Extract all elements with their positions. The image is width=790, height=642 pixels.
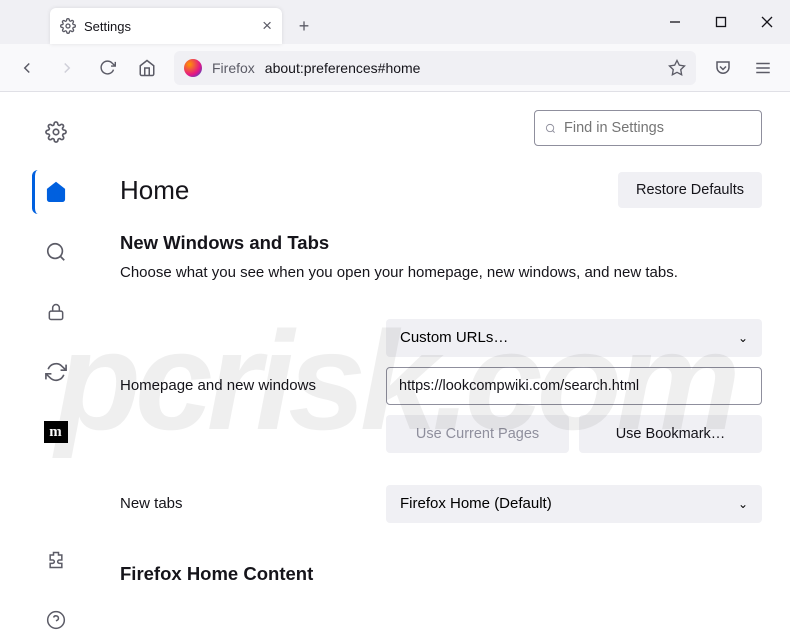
- back-button[interactable]: [10, 51, 44, 85]
- search-icon: [545, 121, 556, 136]
- homepage-buttons: Use Current Pages Use Bookmark…: [386, 415, 762, 453]
- main-panel: Home Restore Defaults New Windows and Ta…: [108, 92, 790, 642]
- section-heading: New Windows and Tabs: [120, 232, 762, 254]
- sidebar-privacy[interactable]: [32, 290, 76, 334]
- sidebar-help[interactable]: [32, 598, 76, 642]
- newtabs-value: Firefox Home (Default): [400, 495, 552, 512]
- sidebar-sync[interactable]: [32, 350, 76, 394]
- homepage-url-row: Homepage and new windows: [120, 367, 762, 405]
- section2-heading: Firefox Home Content: [120, 563, 762, 585]
- reload-button[interactable]: [90, 51, 124, 85]
- page-title: Home: [120, 175, 189, 206]
- homepage-mode-select[interactable]: Custom URLs… ⌄: [386, 319, 762, 357]
- section-description: Choose what you see when you open your h…: [120, 262, 762, 285]
- sidebar-home[interactable]: [32, 170, 76, 214]
- newtabs-label: New tabs: [120, 495, 376, 512]
- settings-search[interactable]: [534, 110, 762, 146]
- settings-search-input[interactable]: [564, 120, 751, 136]
- homepage-mode-value: Custom URLs…: [400, 329, 508, 346]
- sidebar-general[interactable]: [32, 110, 76, 154]
- sidebar: m: [0, 92, 108, 642]
- url-prefix: Firefox: [212, 60, 255, 76]
- sidebar-more[interactable]: m: [32, 410, 76, 454]
- homepage-select-row: Custom URLs… ⌄: [120, 319, 762, 357]
- chevron-down-icon: ⌄: [738, 331, 748, 345]
- url-path: about:preferences#home: [265, 60, 421, 76]
- newtabs-select[interactable]: Firefox Home (Default) ⌄: [386, 485, 762, 523]
- sidebar-extensions[interactable]: [32, 538, 76, 582]
- title-bar: Settings × +: [0, 0, 790, 44]
- nav-toolbar: Firefox about:preferences#home: [0, 44, 790, 92]
- bookmark-star-icon[interactable]: [668, 59, 686, 77]
- firefox-icon: [184, 59, 202, 77]
- window-controls: [652, 0, 790, 44]
- use-bookmark-button[interactable]: Use Bookmark…: [579, 415, 762, 453]
- pocket-icon[interactable]: [706, 51, 740, 85]
- tab-title: Settings: [84, 19, 131, 34]
- minimize-button[interactable]: [652, 0, 698, 44]
- homepage-label: Homepage and new windows: [120, 377, 376, 394]
- gear-icon: [60, 18, 76, 34]
- close-window-button[interactable]: [744, 0, 790, 44]
- new-tab-button[interactable]: +: [288, 10, 320, 42]
- content-area: m Home Restore Defaults New Windows and …: [0, 92, 790, 642]
- home-icon[interactable]: [130, 51, 164, 85]
- m-icon: m: [44, 421, 68, 443]
- header-row: Home Restore Defaults: [120, 172, 762, 208]
- chevron-down-icon: ⌄: [738, 497, 748, 511]
- use-current-pages-button[interactable]: Use Current Pages: [386, 415, 569, 453]
- newtabs-row: New tabs Firefox Home (Default) ⌄: [120, 485, 762, 523]
- browser-tab[interactable]: Settings ×: [50, 8, 282, 44]
- forward-button[interactable]: [50, 51, 84, 85]
- homepage-url-input[interactable]: [386, 367, 762, 405]
- menu-icon[interactable]: [746, 51, 780, 85]
- url-bar[interactable]: Firefox about:preferences#home: [174, 51, 696, 85]
- restore-defaults-button[interactable]: Restore Defaults: [618, 172, 762, 208]
- close-tab-icon[interactable]: ×: [262, 16, 272, 36]
- maximize-button[interactable]: [698, 0, 744, 44]
- sidebar-search[interactable]: [32, 230, 76, 274]
